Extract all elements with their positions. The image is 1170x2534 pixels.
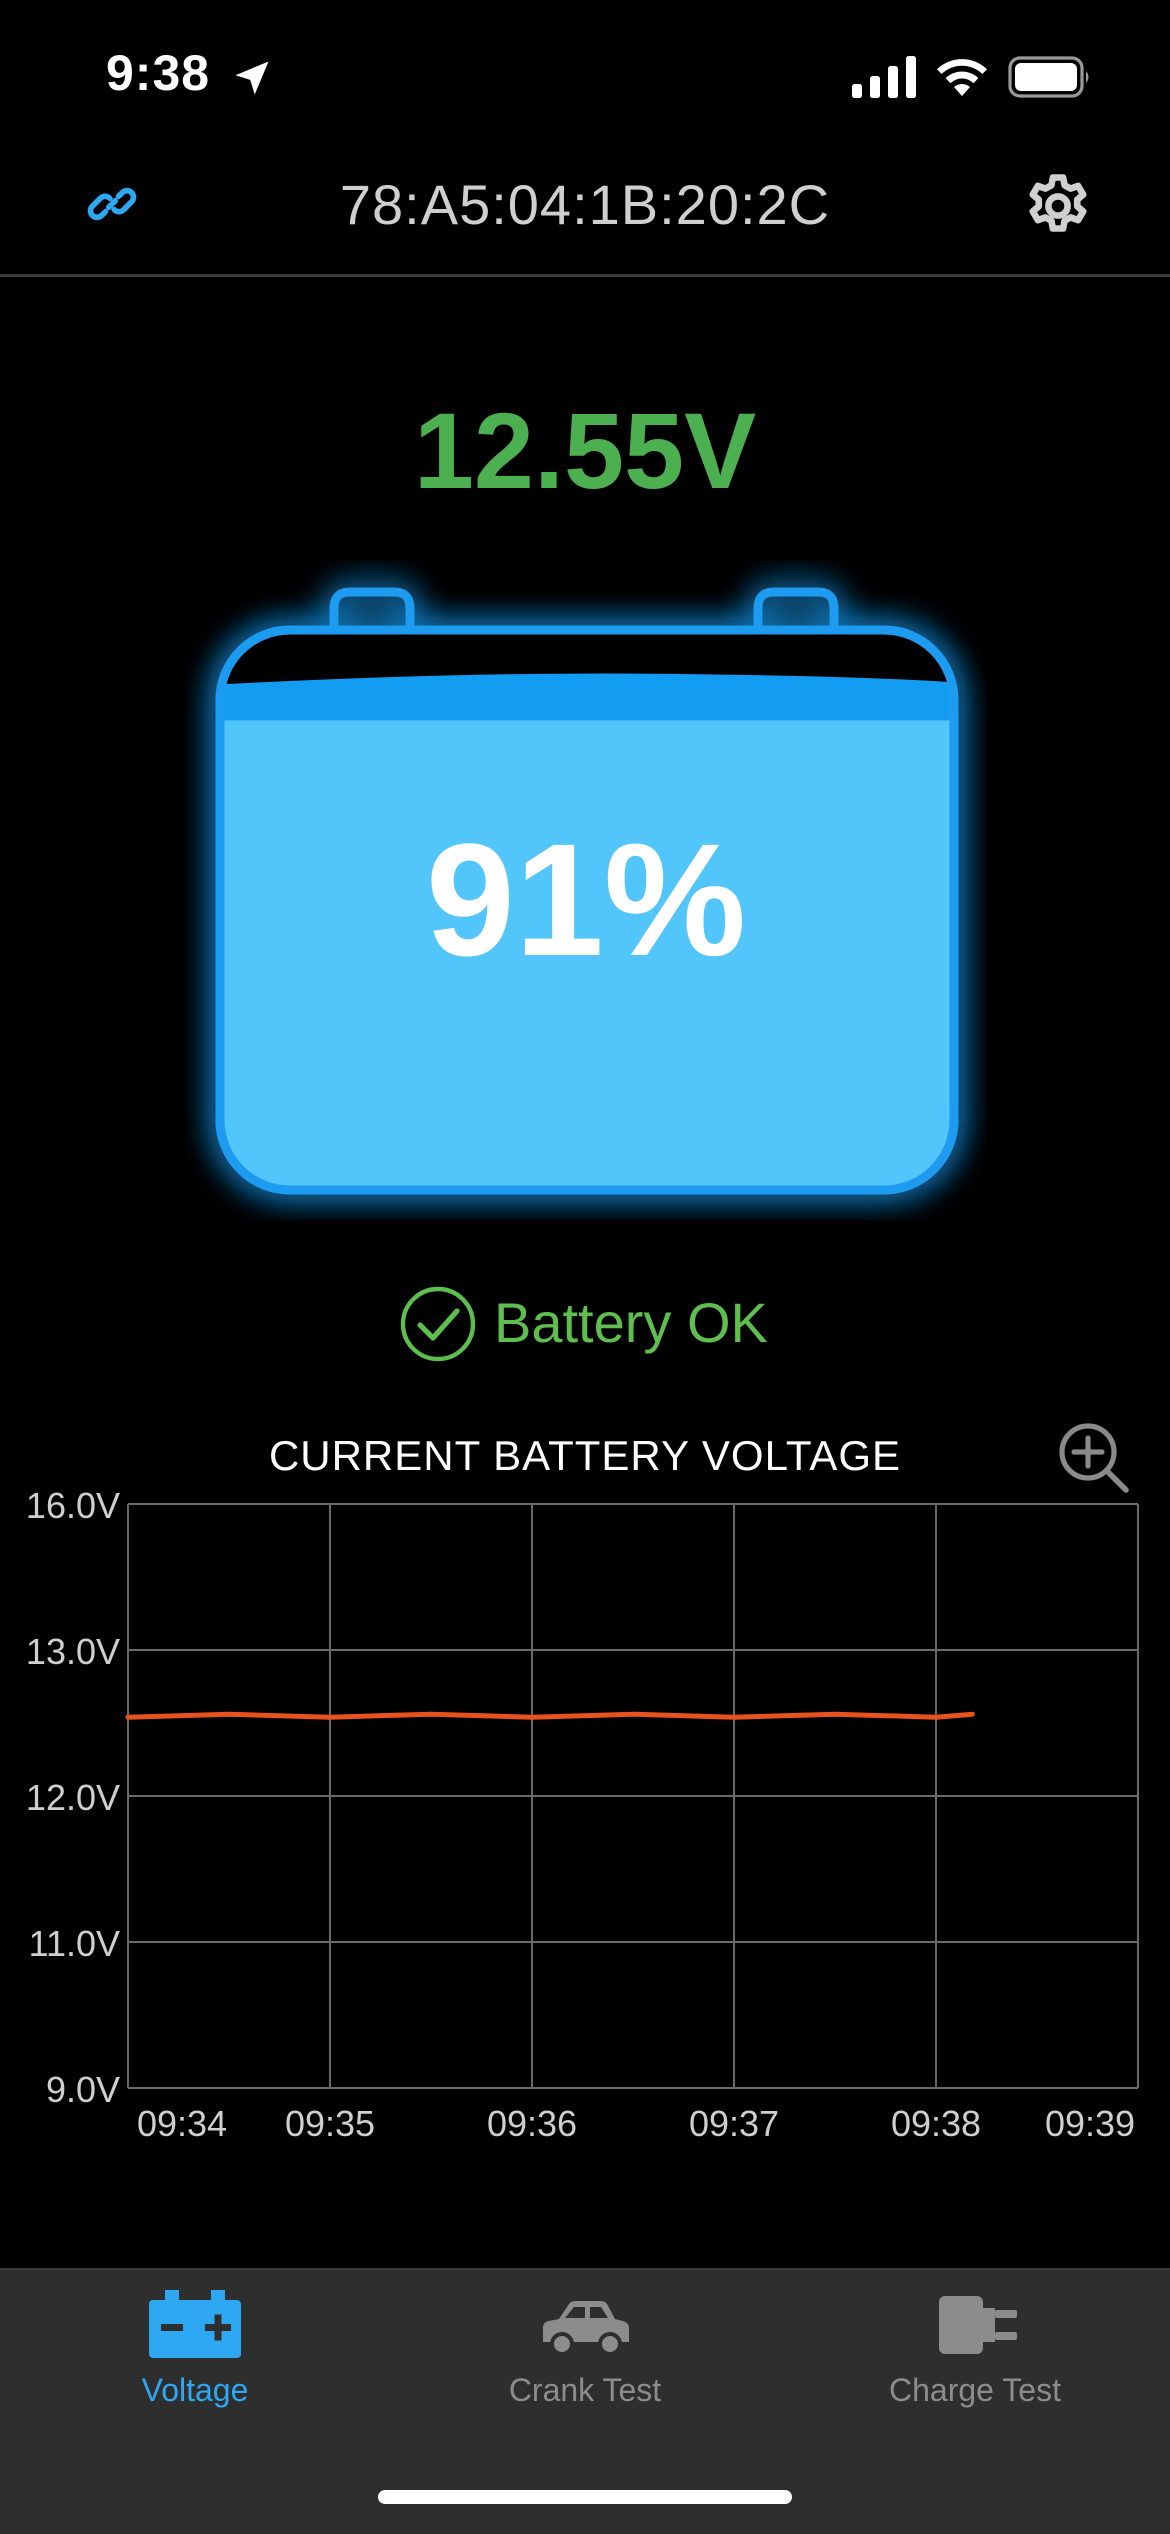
voltage-line-chart: 16.0V 13.0V 12.0V 11.0V 9.0V 09:34 09:35 09:36 0…	[26, 1485, 1139, 2144]
chart-x-tick-label: 09:39	[1045, 2103, 1135, 2144]
chart-y-tick-label: 16.0V	[26, 1485, 120, 1526]
tab-label: Crank Test	[508, 2372, 662, 2408]
chart-y-tick-label: 9.0V	[46, 2069, 120, 2110]
battery-plus-minus-icon	[149, 2290, 241, 2358]
tab-crank-test[interactable]: Crank Test	[390, 2290, 780, 2490]
battery-icon	[1008, 56, 1089, 98]
chart-x-tick-label: 09:35	[285, 2103, 375, 2144]
chart-x-tick-label: 09:36	[487, 2103, 577, 2144]
chart-y-tick-label: 12.0V	[26, 1777, 120, 1818]
voltage-readout: 12.55V	[413, 390, 757, 511]
device-address: 78:A5:04:1B:20:2C	[339, 173, 831, 236]
battery-status: Battery OK	[494, 1291, 768, 1354]
status-time: 9:38	[106, 45, 211, 101]
tab-label: Voltage	[141, 2372, 249, 2408]
chart-series-line	[125, 1711, 975, 1720]
tab-label: Charge Test	[889, 2372, 1061, 2408]
tab-charge-test[interactable]: Charge Test	[780, 2290, 1170, 2490]
header-divider	[0, 274, 1170, 277]
home-indicator[interactable]	[378, 2490, 792, 2504]
chart-x-tick-label: 09:38	[891, 2103, 981, 2144]
car-icon	[543, 2301, 629, 2356]
chart-x-tick-label: 09:34	[137, 2103, 227, 2144]
chart-y-tick-label: 11.0V	[29, 1923, 120, 1964]
wifi-icon	[937, 59, 987, 96]
check-circle-icon	[400, 1286, 476, 1362]
location-arrow-icon	[235, 61, 269, 95]
tab-voltage[interactable]: Voltage	[0, 2290, 390, 2490]
battery-percent: 91%	[425, 810, 747, 989]
chart-y-tick-label: 13.0V	[26, 1631, 120, 1672]
cellular-signal-icon	[852, 56, 916, 98]
plug-icon	[939, 2296, 1017, 2354]
gear-icon[interactable]	[1022, 170, 1094, 242]
chart-x-tick-label: 09:37	[689, 2103, 779, 2144]
